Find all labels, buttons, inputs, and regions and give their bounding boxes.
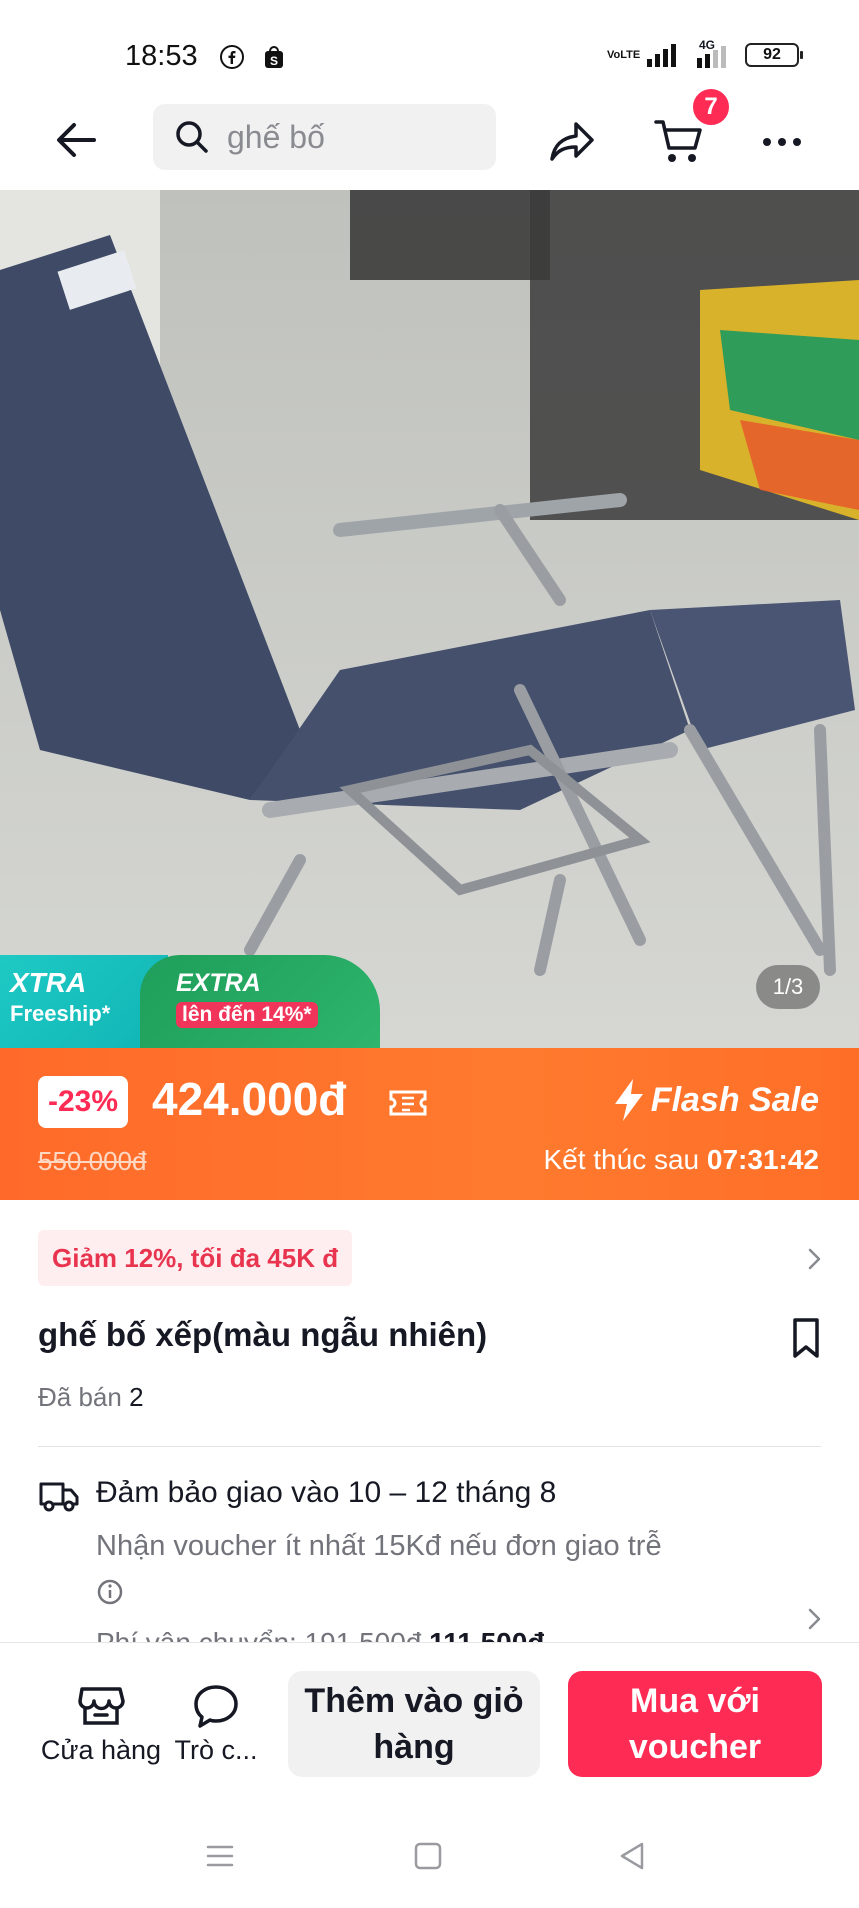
search-icon [176,121,208,153]
image-counter: 1/3 [756,965,820,1009]
countdown-time: 07:31:42 [706,1144,819,1175]
divider [38,1446,821,1447]
folding-chair-photo [0,190,859,1048]
svg-text:S: S [270,54,278,68]
flash-sale-text: Flash Sale [650,1080,819,1119]
cart-count-badge: 7 [690,86,732,128]
delivery-guarantee: Đảm bảo giao vào 10 – 12 tháng 8 [96,1476,557,1509]
lightning-icon [614,1079,643,1121]
flash-countdown: Kết thúc sau 07:31:42 [543,1144,819,1176]
signal-icon [647,44,676,67]
chevron-right-icon[interactable] [800,1604,828,1634]
info-icon[interactable] [96,1578,124,1606]
network-indicator: 4G [693,38,735,68]
flash-sale-price-bar: -23% 424.000đ 550.000đ Flash Sale Kết th… [0,1048,859,1200]
truck-icon [39,1482,79,1512]
product-image[interactable] [0,190,859,1048]
chat-icon [194,1685,238,1728]
chat-button[interactable]: Trò c... [166,1683,266,1766]
share-icon[interactable] [546,116,598,168]
bottom-action-bar: Cửa hàng Trò c... Thêm vào giỏ hàng Mua … [0,1642,859,1788]
shipping-fee-new: 111.500đ [429,1627,544,1642]
shipping-fee: Phí vận chuyển: 191.500đ 111.500đ [96,1622,544,1642]
add-to-cart-button[interactable]: Thêm vào giỏ hàng [288,1671,540,1777]
status-bar: 18:53 S VoLTE 4G 92 [0,0,859,100]
network-type: 4G [699,38,716,52]
store-icon [78,1687,125,1725]
system-nav-bar [0,1800,859,1908]
battery-indicator: 92 [745,43,803,67]
status-indicators: VoLTE 4G 92 [607,38,803,68]
search-input[interactable]: ghế bố [153,104,496,170]
shipping-fee-label: Phí vận chuyển: [96,1627,297,1642]
store-label: Cửa hàng [40,1735,162,1765]
arrow-left-icon[interactable] [50,114,102,166]
flash-sale-label: Flash Sale [611,1078,819,1122]
shop-app-icon: S [265,46,283,68]
sold-count: Đã bán 2 [38,1382,144,1413]
discount-badge: -23% [38,1076,129,1128]
ticket-icon [389,1090,427,1116]
current-price: 424.000đ [152,1073,347,1125]
bookmark-icon[interactable] [786,1316,826,1360]
countdown-label: Kết thúc sau [543,1144,700,1175]
facebook-icon [220,45,244,69]
chevron-right-icon[interactable] [800,1244,828,1274]
status-time: 18:53 [125,40,198,72]
top-nav: ghế bố 7 [0,86,859,190]
original-price: 550.000đ [38,1146,147,1176]
home-icon[interactable] [410,1838,446,1874]
volte-indicator: VoLTE [607,48,641,61]
sold-label: Đã bán [38,1382,122,1412]
voucher-chip[interactable]: Giảm 12%, tối đa 45K đ [38,1230,353,1286]
extra-title: EXTRA [176,969,261,997]
more-icon[interactable] [758,122,806,162]
late-delivery-voucher: Nhận voucher ít nhất 15Kđ nếu đơn giao t… [96,1530,662,1562]
extra-promo-badge: EXTRA lên đến 14%* [140,955,380,1048]
store-button[interactable]: Cửa hàng [36,1683,166,1766]
extra-sub: lên đến 14%* [176,1002,318,1028]
sold-value: 2 [129,1382,144,1412]
shipping-fee-old: 191.500đ [305,1627,422,1642]
chat-label: Trò c... [174,1735,258,1765]
buy-with-voucher-button[interactable]: Mua với voucher [568,1671,822,1777]
search-query: ghế bố [227,118,325,155]
menu-icon[interactable] [202,1838,238,1874]
product-title: ghế bố xếp(màu ngẫu nhiên) [38,1316,488,1353]
back-triangle-icon[interactable] [614,1838,650,1874]
